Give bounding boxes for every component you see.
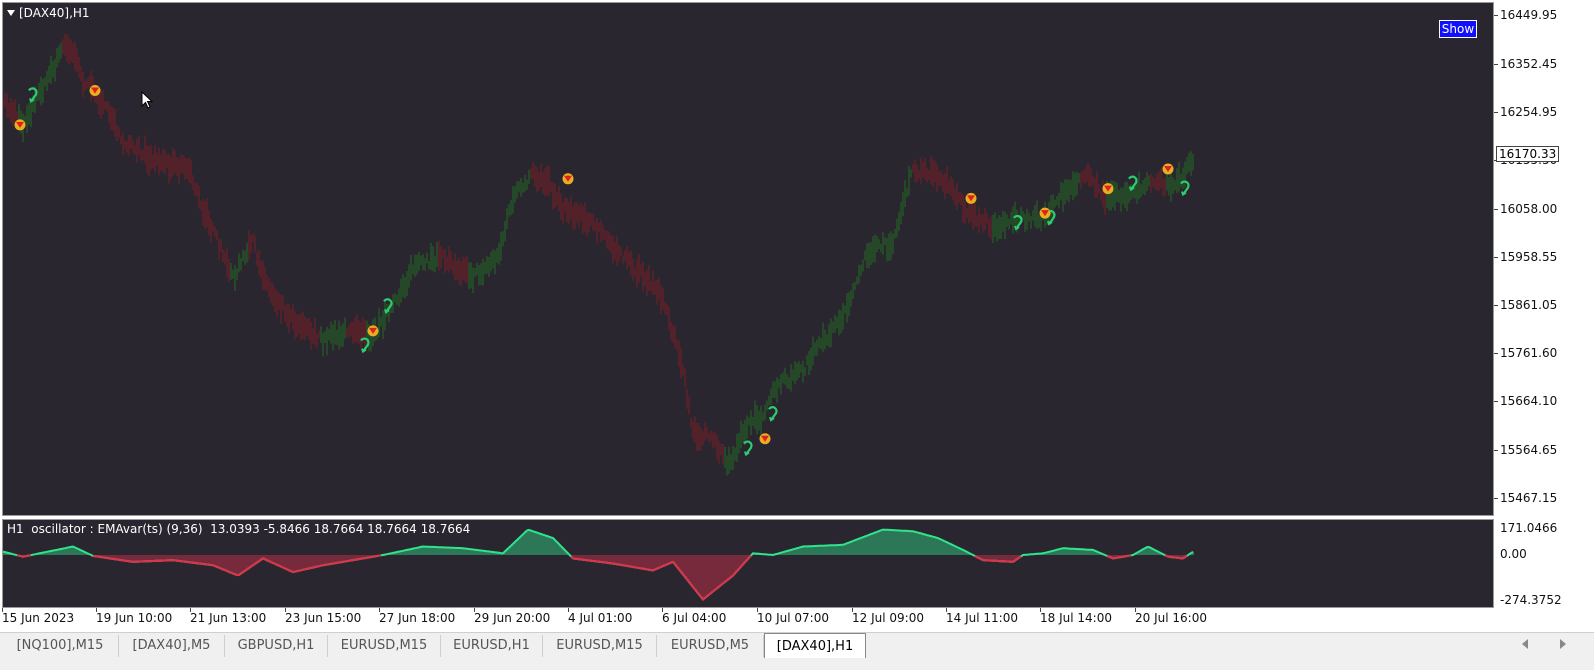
time-tick: 10 Jul 07:00 bbox=[757, 608, 829, 625]
buy-signal-icon bbox=[768, 406, 778, 422]
time-tick: 20 Jul 16:00 bbox=[1135, 608, 1207, 625]
sell-signal-icon bbox=[89, 85, 101, 96]
price-tick: 16352.45 bbox=[1493, 57, 1558, 71]
sell-signal-icon bbox=[965, 192, 977, 204]
chart-title[interactable]: [DAX40],H1 bbox=[7, 6, 90, 20]
price-chart-pane[interactable]: [DAX40],H1 Show bbox=[2, 2, 1494, 516]
status-strip bbox=[0, 658, 1594, 670]
oscillator-pane[interactable]: H1 oscillator : EMAvar(ts) (9,36) 13.039… bbox=[2, 519, 1494, 608]
price-bars bbox=[3, 34, 1194, 476]
price-tick: 15958.55 bbox=[1493, 250, 1558, 264]
show-button[interactable]: Show bbox=[1439, 20, 1477, 38]
tab-nq100-m15[interactable]: [NQ100],M15 bbox=[2, 635, 119, 657]
chart-menu-triangle-icon[interactable] bbox=[7, 10, 15, 16]
tab-dax40-h1[interactable]: [DAX40],H1 bbox=[764, 633, 866, 659]
oscillator-line-negative bbox=[16, 554, 1188, 601]
price-tick: 15664.10 bbox=[1493, 394, 1558, 408]
sell-signal-icon bbox=[1039, 207, 1051, 219]
tab-eurusd-m5[interactable]: EURUSD,M5 bbox=[657, 635, 764, 657]
price-tick: 16058.00 bbox=[1493, 202, 1558, 216]
price-tick: 15761.60 bbox=[1493, 346, 1558, 360]
sell-signal-icon bbox=[367, 325, 379, 337]
sell-signal-icon bbox=[759, 433, 771, 445]
signal-markers bbox=[14, 85, 1190, 457]
buy-signal-icon bbox=[743, 440, 753, 457]
time-tick: 21 Jun 13:00 bbox=[190, 608, 267, 625]
oscillator-axis[interactable]: 171.0466 0.00 -274.3752 bbox=[1494, 518, 1594, 610]
sell-signal-icon bbox=[1162, 163, 1174, 175]
mouse-cursor-icon bbox=[141, 91, 154, 109]
time-tick: 6 Jul 04:00 bbox=[662, 608, 727, 625]
chart-symbol-label: [DAX40],H1 bbox=[19, 6, 90, 20]
chart-window: [DAX40],H1 Show 16449.95 16352.45 16254.… bbox=[0, 0, 1594, 670]
tab-dax40-m5[interactable]: [DAX40],M5 bbox=[119, 635, 225, 657]
time-tick: 4 Jul 01:00 bbox=[568, 608, 633, 625]
time-tick: 18 Jul 14:00 bbox=[1040, 608, 1112, 625]
time-tick: 14 Jul 11:00 bbox=[946, 608, 1018, 625]
tab-gbpusd-h1[interactable]: GBPUSD,H1 bbox=[225, 635, 328, 657]
current-price-label: 16170.33 bbox=[1496, 146, 1560, 162]
tab-scroll-left-icon[interactable] bbox=[1522, 639, 1528, 649]
price-tick: 15861.05 bbox=[1493, 298, 1558, 312]
tab-eurusd-h1[interactable]: EURUSD,H1 bbox=[441, 635, 543, 657]
price-tick: 16449.95 bbox=[1493, 8, 1558, 22]
sell-signal-icon bbox=[14, 119, 26, 131]
price-chart-canvas[interactable] bbox=[3, 3, 1494, 516]
time-tick: 12 Jul 09:00 bbox=[852, 608, 924, 625]
time-tick: 15 Jun 2023 bbox=[2, 608, 75, 625]
osc-tick: -274.3752 bbox=[1500, 593, 1562, 607]
time-tick: 23 Jun 15:00 bbox=[285, 608, 362, 625]
price-tick: 15564.65 bbox=[1493, 443, 1558, 457]
tab-scroll-right-icon[interactable] bbox=[1560, 639, 1566, 649]
time-tick: 19 Jun 10:00 bbox=[96, 608, 173, 625]
price-axis[interactable]: 16449.95 16352.45 16254.95 16155.50 1605… bbox=[1493, 0, 1594, 518]
osc-tick: 171.0466 bbox=[1500, 521, 1558, 535]
sell-signal-icon bbox=[1102, 183, 1114, 195]
price-tick: 15467.15 bbox=[1493, 491, 1558, 505]
time-axis[interactable]: 15 Jun 2023 19 Jun 10:00 21 Jun 13:00 23… bbox=[0, 608, 1494, 630]
chart-tab-bar: [NQ100],M15 [DAX40],M5 GBPUSD,H1 EURUSD,… bbox=[0, 632, 1594, 659]
tab-eurusd-m15-2[interactable]: EURUSD,M15 bbox=[543, 635, 657, 657]
time-tick: 29 Jun 20:00 bbox=[474, 608, 551, 625]
oscillator-label: H1 oscillator : EMAvar(ts) (9,36) 13.039… bbox=[7, 522, 471, 536]
time-tick: 27 Jun 18:00 bbox=[379, 608, 456, 625]
tab-eurusd-m15[interactable]: EURUSD,M15 bbox=[328, 635, 441, 657]
price-tick: 16254.95 bbox=[1493, 105, 1558, 119]
sell-signal-icon bbox=[562, 173, 574, 185]
oscillator-line bbox=[3, 528, 1194, 601]
osc-tick: 0.00 bbox=[1500, 547, 1527, 561]
oscillator-histogram bbox=[3, 529, 1194, 600]
